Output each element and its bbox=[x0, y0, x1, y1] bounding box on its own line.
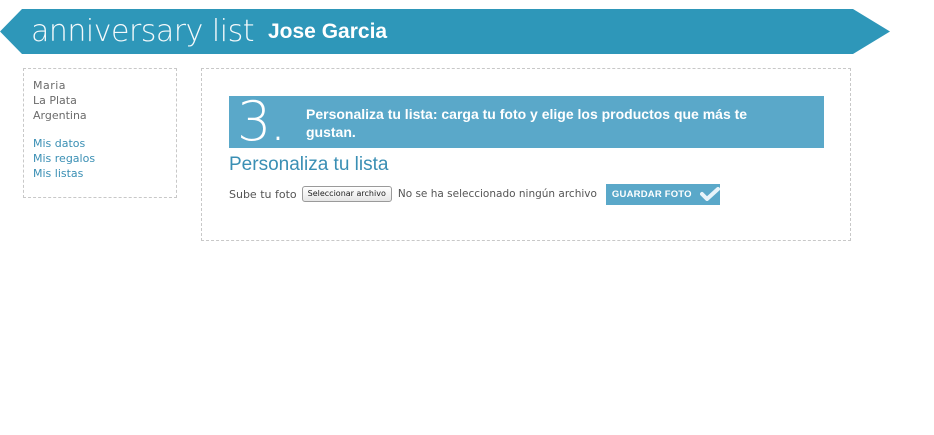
save-photo-label: GUARDAR FOTO bbox=[611, 188, 692, 200]
section-title: Personaliza tu lista bbox=[229, 154, 389, 175]
sidebar-links: Mis datos Mis regalos Mis listas bbox=[33, 136, 167, 181]
profile-country: Argentina bbox=[33, 109, 87, 122]
sidebar: Maria La Plata Argentina Mis datos Mis r… bbox=[23, 68, 177, 198]
banner-text: anniversary list Jose Garcia bbox=[31, 9, 387, 54]
file-status-text: No se ha seleccionado ningún archivo bbox=[397, 188, 597, 200]
profile-city: La Plata bbox=[33, 94, 77, 107]
check-icon bbox=[699, 187, 720, 201]
sidebar-link-mis-listas[interactable]: Mis listas bbox=[33, 166, 167, 181]
profile-name: Maria bbox=[33, 79, 67, 92]
main-panel: 3. Personaliza tu lista: carga tu foto y… bbox=[201, 68, 851, 241]
brand-logo[interactable]: anniversary list bbox=[31, 9, 255, 54]
file-select-button[interactable]: Seleccionar archivo bbox=[301, 186, 392, 202]
step-description: Personaliza tu lista: carga tu foto y el… bbox=[306, 106, 748, 140]
user-name: Jose Garcia bbox=[268, 20, 388, 43]
sidebar-link-mis-datos[interactable]: Mis datos bbox=[33, 136, 167, 151]
step-number: 3. bbox=[237, 90, 287, 153]
header-banner: anniversary list Jose Garcia bbox=[0, 9, 890, 54]
upload-row: Sube tu foto Seleccionar archivo No se h… bbox=[229, 183, 720, 205]
save-photo-button[interactable]: GUARDAR FOTO bbox=[605, 183, 720, 205]
upload-label: Sube tu foto bbox=[229, 187, 297, 201]
step-banner: 3. Personaliza tu lista: carga tu foto y… bbox=[229, 92, 824, 152]
sidebar-link-mis-regalos[interactable]: Mis regalos bbox=[33, 151, 167, 166]
